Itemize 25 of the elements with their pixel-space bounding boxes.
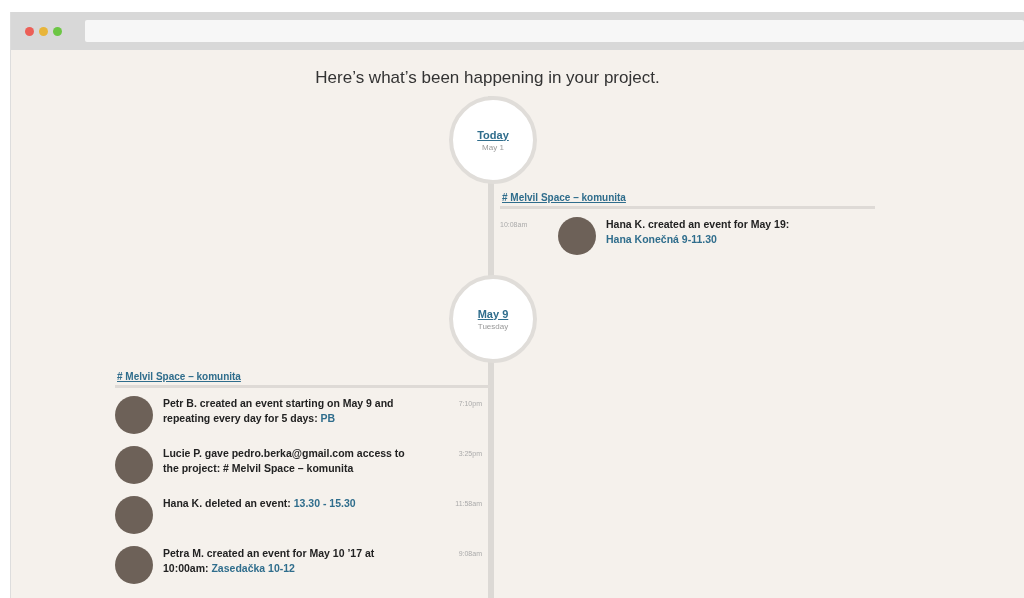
avatar (115, 396, 153, 434)
event-description: Hana K. deleted an event: 13.30 - 15.30 (163, 496, 357, 511)
event-link[interactable]: PB (320, 412, 336, 424)
avatar (115, 496, 153, 534)
event-link[interactable]: Zasedačka 10-12 (211, 562, 295, 574)
event-link[interactable]: 13.30 - 15.30 (293, 497, 356, 509)
avatar (115, 446, 153, 484)
window-control-icon[interactable] (53, 26, 62, 36)
window-control-icon[interactable] (25, 26, 34, 36)
avatar (558, 217, 596, 255)
event-description: Petr B. created an event starting on May 9 and repeating every day for 5 days: PB (163, 396, 395, 426)
date-link[interactable]: May 9 (477, 307, 509, 320)
event-link[interactable]: Hana Konečná 9-11.30 (606, 233, 717, 245)
date-subtitle: Tuesday (477, 321, 509, 331)
date-subtitle: May 1 (482, 142, 504, 152)
event-description: Petra M. created an event for May 10 ’17 at 10:00am: Zasedačka 10-12 (163, 546, 376, 576)
project-link[interactable]: # Melvil Space – komunita (500, 192, 626, 206)
date-link[interactable]: Today (477, 128, 509, 141)
address-bar[interactable] (85, 20, 1024, 42)
event-description: Lucie P. gave pedro.berka@gmail.com access to the project: # Melvil Space – komunita (163, 446, 406, 476)
event-description: Hana K. created an event for May 19: Hana Konečná 9-11.30 (606, 217, 791, 247)
avatar (115, 546, 153, 584)
window-control-icon[interactable] (39, 26, 48, 36)
page-heading: Here’s what’s been happening in your project. (315, 68, 660, 88)
project-link[interactable]: # Melvil Space – komunita (115, 371, 241, 385)
